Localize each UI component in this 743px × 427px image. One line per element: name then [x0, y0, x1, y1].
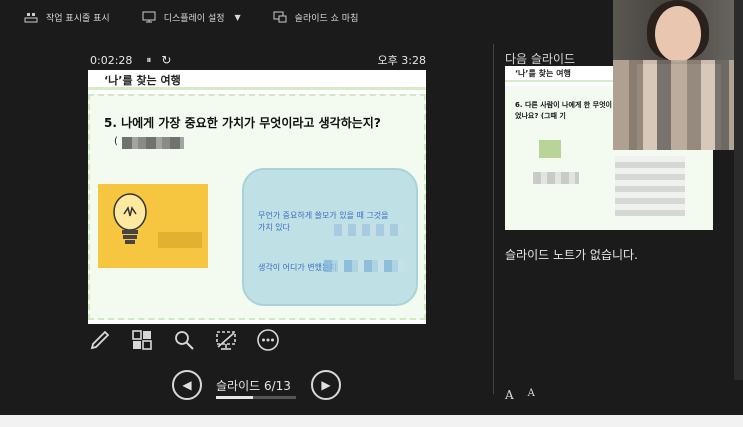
end-show-icon: [273, 11, 287, 23]
show-taskbar-label: 작업 표시줄 표시: [46, 13, 110, 24]
all-slides-icon: [132, 330, 152, 350]
next-slide-button[interactable]: ▶: [311, 370, 341, 400]
webcam-overlay: [613, 0, 743, 150]
display-settings-button[interactable]: 디스플레이 설정 ▼: [142, 11, 241, 24]
lightbulb-icon: [113, 193, 147, 244]
blurred-card-text: [158, 232, 202, 248]
next-slide-question: 6. 다른 사람이 나에게 한 무엇이었나요? (그때 기: [515, 101, 612, 120]
bottom-strip: [0, 415, 743, 427]
more-options-button[interactable]: [256, 328, 280, 352]
increase-font-button[interactable]: A: [505, 388, 514, 402]
next-slide-label: 다음 슬라이드: [505, 52, 576, 66]
slide-tools: [88, 328, 280, 352]
timer-row: 0:02:28 ⏸ ↻ 오후 3:28: [90, 52, 426, 68]
display-settings-label: 디스플레이 설정: [163, 13, 225, 24]
end-slideshow-button[interactable]: 슬라이드 쇼 마침: [273, 11, 359, 24]
slide-progress-fill: [216, 396, 253, 399]
slide-question: 5. 나에게 가장 중요한 가치가 무엇이라고 생각하는지?: [104, 116, 381, 130]
black-screen-icon: [216, 331, 236, 350]
blurred-name: [122, 137, 184, 149]
slide-counter[interactable]: 슬라이드 6/13: [216, 377, 291, 394]
next-slide-blur-2: [533, 172, 579, 184]
window-edge: [734, 0, 743, 380]
current-clock: 오후 3:28: [377, 54, 426, 67]
slide-header-title: ‘나’를 찾는 여행: [104, 74, 181, 87]
speaker-notes: 슬라이드 노트가 없습니다.: [505, 248, 638, 262]
elapsed-time: 0:02:28: [90, 53, 133, 67]
slide-header: ‘나’를 찾는 여행: [88, 70, 426, 90]
next-slide-header-title: ‘나’를 찾는 여행: [515, 69, 571, 78]
next-slide-blur-3: [615, 156, 685, 216]
more-options-icon: [257, 329, 279, 351]
display-icon: [142, 11, 156, 23]
slide-progress-bar: [216, 396, 296, 399]
blurred-speech-2: [324, 260, 404, 272]
slide-paren: (: [114, 136, 118, 147]
taskbar-icon: [24, 13, 38, 23]
pause-timer-button[interactable]: ⏸: [146, 55, 151, 66]
pen-icon: [90, 330, 110, 350]
chevron-right-icon: ▶: [321, 378, 331, 392]
webcam-pixelation: [613, 60, 743, 150]
pen-tool-button[interactable]: [88, 328, 112, 352]
blurred-speech-1: [334, 224, 404, 236]
current-slide[interactable]: ‘나’를 찾는 여행 5. 나에게 가장 중요한 가치가 무엇이라고 생각하는지…: [88, 70, 426, 324]
speech-bubble: [242, 168, 418, 306]
slide-navigation: ◀ 슬라이드 6/13 ▶: [172, 370, 342, 402]
chevron-left-icon: ◀: [182, 378, 192, 392]
decrease-font-button[interactable]: A: [528, 388, 535, 402]
chevron-down-icon: ▼: [234, 12, 241, 22]
webcam-face: [655, 6, 701, 62]
zoom-icon: [175, 331, 194, 350]
reset-timer-button[interactable]: ↻: [161, 53, 171, 67]
speech-line-1b: 가치 있다: [258, 223, 290, 232]
zoom-button[interactable]: [172, 328, 196, 352]
show-taskbar-button[interactable]: 작업 표시줄 표시: [24, 11, 110, 24]
notes-font-controls: A A: [505, 388, 535, 402]
end-slideshow-label: 슬라이드 쇼 마침: [294, 13, 359, 24]
black-screen-button[interactable]: [214, 328, 238, 352]
panel-divider: [493, 44, 494, 394]
previous-slide-button[interactable]: ◀: [172, 370, 202, 400]
next-slide-blur-1: [539, 140, 561, 158]
speech-line-1: 무언가 중요하게 쓸모가 있을 때 그것을: [258, 211, 389, 220]
all-slides-button[interactable]: [130, 328, 154, 352]
